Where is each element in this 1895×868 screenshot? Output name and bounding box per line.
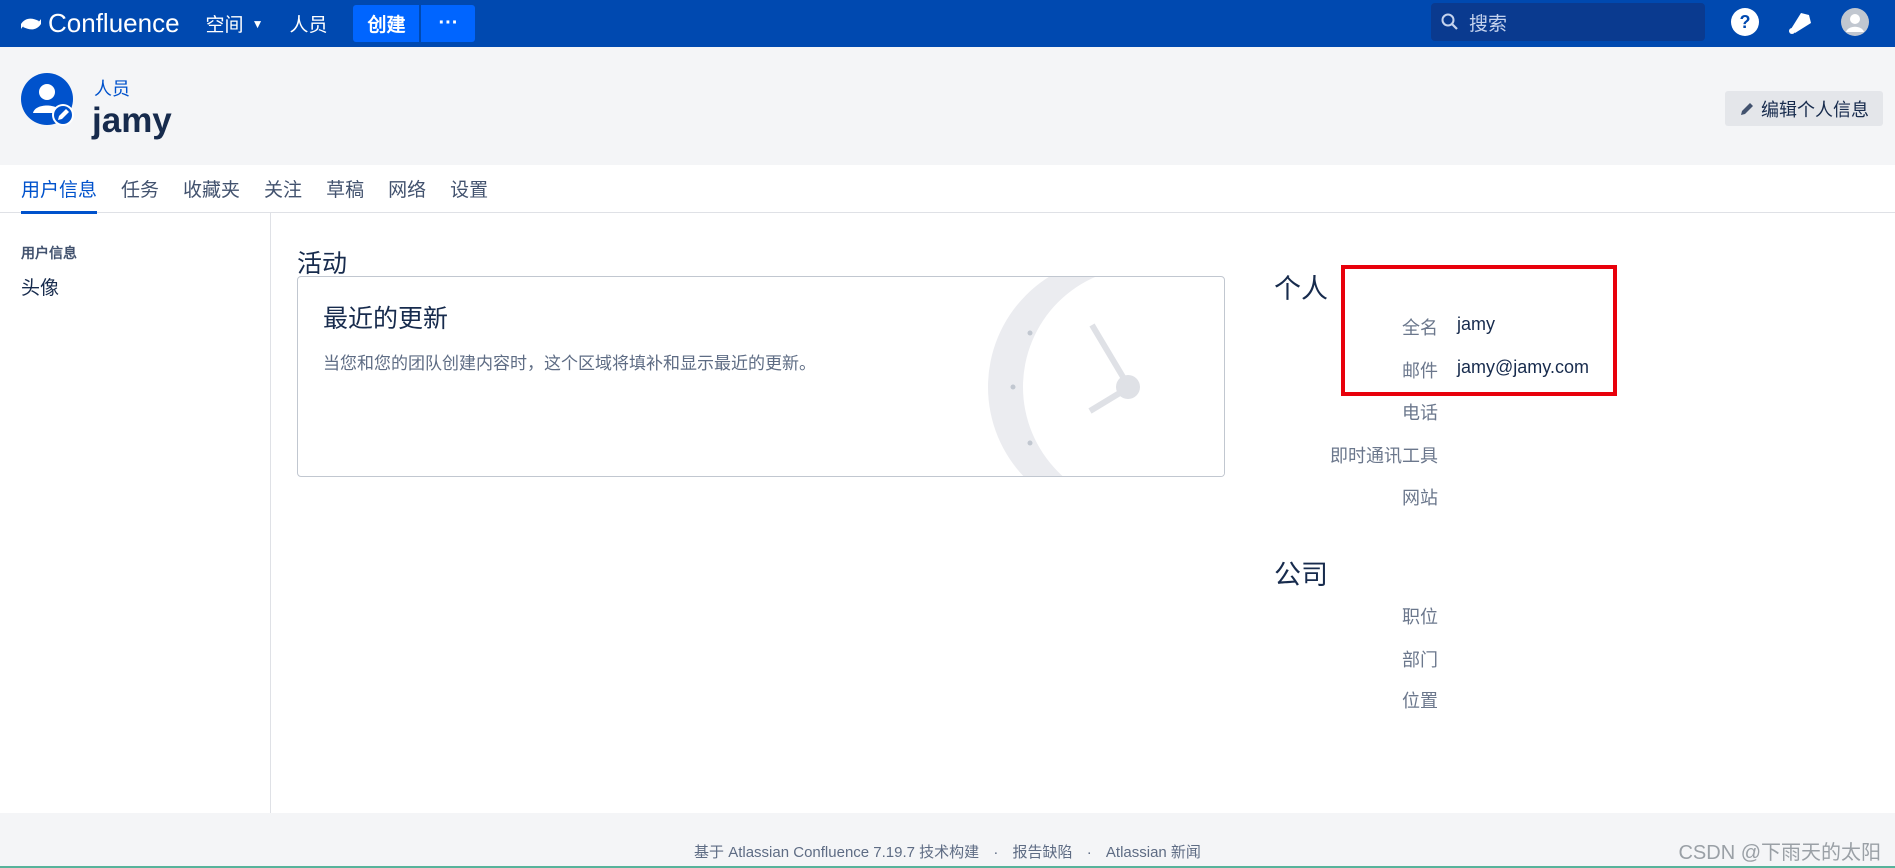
location-label: 位置 [1402, 691, 1438, 711]
confluence-logo-icon [21, 18, 41, 29]
page-title: jamy [92, 101, 172, 140]
spaces-label: 空间 [205, 15, 244, 36]
department-label: 部门 [1402, 650, 1438, 670]
report-bug-link[interactable]: 报告缺陷 [1013, 844, 1073, 861]
logo-text: Confluence [48, 8, 180, 38]
edit-profile-button[interactable]: 编辑个人信息 [1725, 91, 1883, 126]
people-label: 人员 [289, 15, 328, 36]
profile-avatar-icon [21, 73, 74, 126]
tab-profile[interactable]: 用户信息 [21, 165, 98, 214]
profile-header: 人员 jamy 编辑个人信息 [0, 47, 1895, 165]
create-button[interactable]: 创建 [353, 5, 420, 42]
footer-separator: · [1086, 844, 1092, 861]
tab-label: 草稿 [326, 180, 365, 201]
tab-drafts[interactable]: 草稿 [326, 165, 364, 213]
top-navigation-bar: Confluence 空间 ▼ 人员 创建 ··· 搜索 ? [0, 0, 1895, 47]
tab-tasks[interactable]: 任务 [121, 165, 159, 213]
edit-profile-label: 编辑个人信息 [1761, 99, 1869, 120]
svg-text:?: ? [1740, 12, 1751, 32]
website-label: 网站 [1402, 488, 1438, 508]
tab-label: 收藏夹 [183, 180, 241, 201]
company-section-title: 公司 [1274, 560, 1328, 590]
search-icon [1441, 13, 1458, 30]
personal-section-title: 个人 [1274, 274, 1328, 304]
recent-updates-description: 当您和您的团队创建内容时，这个区域将填补和显示最近的更新。 [323, 354, 816, 373]
powered-by-link[interactable]: 基于 Atlassian Confluence 7.19.7 技术构建 [694, 844, 979, 861]
tab-label: 用户信息 [21, 180, 98, 201]
position-label: 职位 [1402, 607, 1438, 627]
recent-updates-card: 最近的更新 当您和您的团队创建内容时，这个区域将填补和显示最近的更新。 [297, 276, 1225, 477]
im-label: 即时通讯工具 [1330, 446, 1438, 466]
search-placeholder: 搜索 [1469, 13, 1508, 35]
activity-title: 活动 [297, 250, 348, 278]
help-icon[interactable]: ? [1730, 7, 1760, 37]
sidebar-heading: 用户信息 [21, 245, 77, 261]
profile-sidebar: 用户信息 头像 [0, 213, 271, 813]
tab-label: 任务 [121, 180, 160, 201]
profile-tabs: 用户信息 任务 收藏夹 关注 草稿 网络 设置 [0, 165, 1895, 214]
more-create-button[interactable]: ··· [421, 5, 476, 42]
tab-network[interactable]: 网络 [388, 165, 426, 213]
more-label: ··· [438, 12, 459, 34]
atlassian-news-link[interactable]: Atlassian 新闻 [1106, 844, 1201, 861]
pencil-icon [1741, 102, 1753, 115]
people-link[interactable]: 人员 [289, 10, 327, 37]
page-footer: 基于 Atlassian Confluence 7.19.7 技术构建 · 报告… [0, 813, 1895, 868]
tab-following[interactable]: 关注 [264, 165, 302, 213]
footer-links: 基于 Atlassian Confluence 7.19.7 技术构建 · 报告… [0, 841, 1895, 862]
tab-settings[interactable]: 设置 [450, 165, 488, 213]
footer-separator: · [993, 844, 999, 861]
confluence-logo[interactable]: Confluence [20, 8, 180, 39]
breadcrumb[interactable]: 人员 [94, 75, 130, 101]
chevron-down-icon: ▼ [251, 16, 264, 31]
tab-label: 网络 [388, 180, 427, 201]
recent-updates-title: 最近的更新 [323, 305, 449, 333]
spaces-menu[interactable]: 空间 ▼ [206, 10, 264, 37]
tab-label: 关注 [264, 180, 303, 201]
red-highlight-box [1341, 265, 1617, 396]
clock-illustration-icon [988, 277, 1224, 476]
tab-label: 设置 [450, 180, 489, 201]
tab-favorites[interactable]: 收藏夹 [183, 165, 240, 213]
create-label: 创建 [367, 15, 406, 36]
csdn-watermark: CSDN @下雨天的太阳 [1678, 842, 1881, 864]
user-avatar-icon[interactable] [1840, 7, 1870, 37]
search-input[interactable]: 搜索 [1431, 3, 1705, 41]
notifications-icon[interactable] [1785, 7, 1815, 37]
sidebar-item-avatar[interactable]: 头像 [21, 273, 59, 300]
phone-label: 电话 [1402, 403, 1438, 423]
